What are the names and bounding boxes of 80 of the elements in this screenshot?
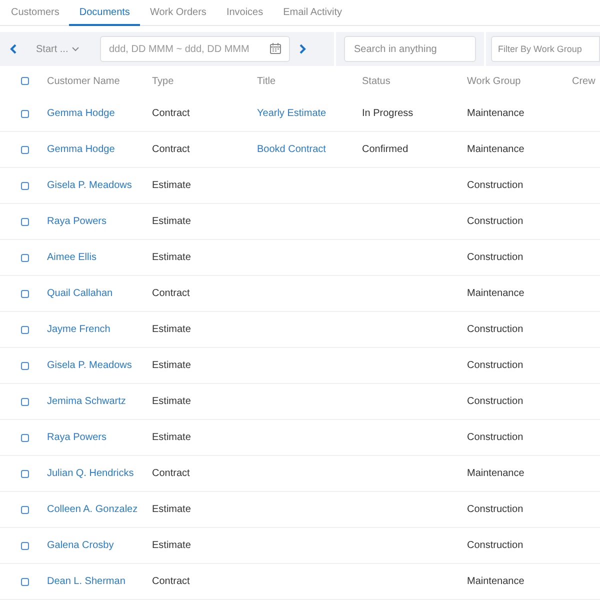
work-group-filter-field[interactable]: Filter By Work Group — [491, 36, 600, 62]
column-header: Type — [152, 76, 174, 86]
customer-link[interactable]: Jayme French — [47, 324, 110, 335]
table-cell: Estimate — [152, 540, 191, 551]
table-cell: Maintenance — [467, 576, 524, 587]
table-cell: Maintenance — [467, 288, 524, 299]
table-cell: Estimate — [152, 360, 191, 371]
table-cell: Maintenance — [467, 468, 524, 479]
table-cell: Estimate — [152, 216, 191, 227]
table-cell: Confirmed — [362, 144, 408, 155]
customer-link[interactable]: Julian Q. Hendricks — [47, 468, 134, 479]
chevron-left-icon — [10, 44, 16, 54]
customer-link[interactable]: Galena Crosby — [47, 540, 114, 551]
customer-link[interactable]: Raya Powers — [47, 432, 106, 443]
chevron-right-icon — [298, 44, 306, 54]
checkbox[interactable] — [20, 542, 28, 550]
tab[interactable]: Email Activity — [273, 0, 352, 26]
customer-link[interactable]: Gisela P. Meadows — [47, 180, 132, 191]
column-header: Work Group — [467, 76, 521, 86]
table-cell: Maintenance — [467, 144, 524, 155]
chevron-down-icon — [72, 46, 80, 52]
table-cell: Estimate — [152, 504, 191, 515]
table-cell: Construction — [467, 252, 524, 263]
table-cell: Maintenance — [467, 108, 524, 119]
table-cell: Estimate — [152, 324, 191, 335]
tab[interactable]: Documents — [69, 0, 140, 26]
table-cell: Construction — [467, 504, 524, 515]
range-dropdown[interactable]: Start ... — [36, 42, 100, 56]
customer-link[interactable]: Gemma Hodge — [47, 144, 115, 155]
table-cell: Contract — [152, 108, 190, 119]
table-cell: Contract — [152, 288, 190, 299]
table-cell: Contract — [152, 576, 190, 587]
checkbox[interactable] — [20, 182, 28, 190]
customer-link[interactable]: Gisela P. Meadows — [47, 360, 132, 371]
customer-link[interactable]: Raya Powers — [47, 216, 106, 227]
table-cell: Construction — [467, 216, 524, 227]
checkbox[interactable] — [20, 578, 28, 586]
column-header: Customer Name — [47, 76, 120, 86]
checkbox[interactable] — [20, 470, 28, 478]
customer-link[interactable]: Dean L. Sherman — [47, 576, 126, 587]
table-cell: Estimate — [152, 252, 191, 263]
table-cell: Contract — [152, 144, 190, 155]
table-cell: In Progress — [362, 108, 414, 119]
column-header: Status — [362, 76, 390, 86]
date-range-field[interactable]: ddd, DD MMM ~ ddd, DD MMM — [100, 36, 290, 62]
column-header: Crew — [572, 76, 596, 86]
search-field[interactable]: Search in anything — [344, 36, 476, 62]
table-cell: Construction — [467, 396, 524, 407]
checkbox[interactable] — [20, 362, 28, 370]
checkbox[interactable] — [20, 290, 28, 298]
table-cell: Construction — [467, 432, 524, 443]
tab[interactable]: Customers — [1, 0, 70, 26]
customer-link[interactable]: Colleen A. Gonzalez — [47, 504, 138, 515]
table-cell: Construction — [467, 360, 524, 371]
customer-link[interactable]: Aimee Ellis — [47, 252, 96, 263]
checkbox[interactable] — [20, 254, 28, 262]
document-link[interactable]: Yearly Estimate — [257, 108, 326, 119]
table-cell: Construction — [467, 324, 524, 335]
checkbox[interactable] — [20, 77, 28, 85]
tab[interactable]: Work Orders — [140, 0, 216, 26]
customer-link[interactable]: Quail Callahan — [47, 288, 113, 299]
document-link[interactable]: Bookd Contract — [257, 144, 326, 155]
checkbox[interactable] — [20, 146, 28, 154]
checkbox[interactable] — [20, 218, 28, 226]
checkbox[interactable] — [20, 110, 28, 118]
table-cell: Contract — [152, 468, 190, 479]
table-cell: Estimate — [152, 396, 191, 407]
checkbox[interactable] — [20, 398, 28, 406]
tab[interactable]: Invoices — [216, 0, 274, 26]
table-cell: Estimate — [152, 180, 191, 191]
column-header: Title — [257, 76, 276, 86]
checkbox[interactable] — [20, 326, 28, 334]
customer-link[interactable]: Gemma Hodge — [47, 108, 115, 119]
table-cell: Construction — [467, 180, 524, 191]
checkbox[interactable] — [20, 434, 28, 442]
customer-link[interactable]: Jemima Schwartz — [47, 396, 126, 407]
table-cell: Estimate — [152, 432, 191, 443]
checkbox[interactable] — [20, 506, 28, 514]
table-cell: Construction — [467, 540, 524, 551]
calendar-icon — [270, 43, 281, 54]
